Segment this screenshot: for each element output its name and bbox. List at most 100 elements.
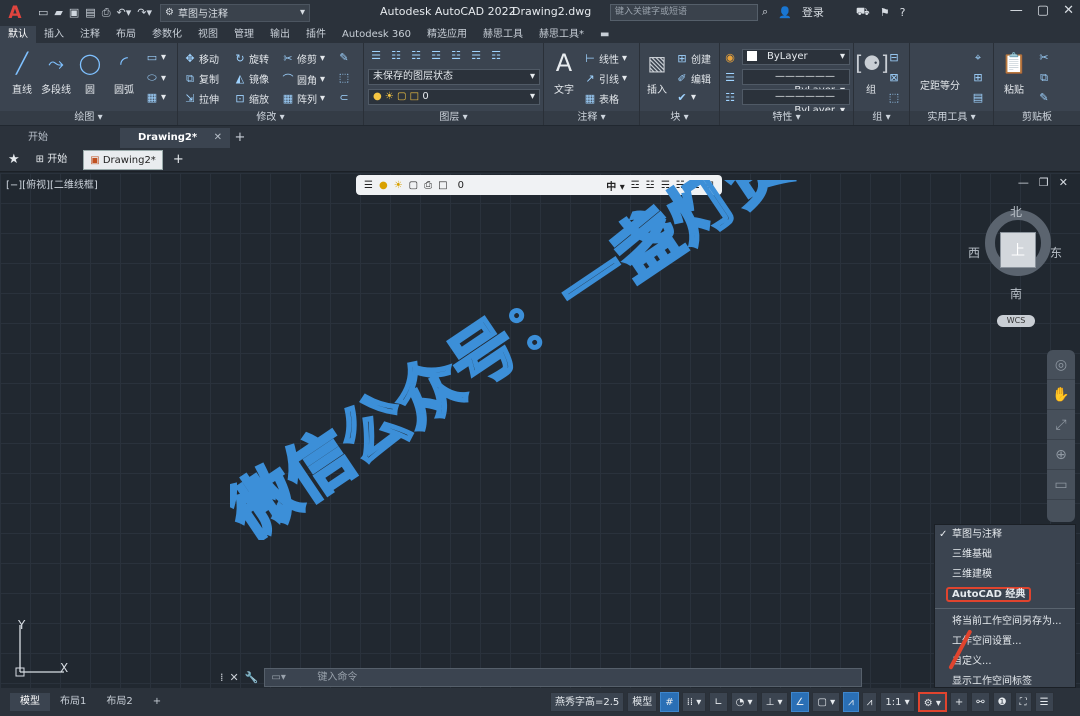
block-attribute-button[interactable]: ✔ ▾ bbox=[676, 91, 696, 104]
layout-tab-2[interactable]: 布局2 bbox=[96, 693, 142, 711]
group-select-icon[interactable]: ⬚ bbox=[888, 91, 900, 104]
units-icon[interactable]: ⚯ bbox=[971, 692, 990, 712]
quick-properties-icon[interactable]: ❶ bbox=[992, 692, 1012, 712]
panel-layers-title[interactable]: 图层 ▾ bbox=[364, 111, 543, 125]
menu-item-show-workspace-label[interactable]: 显示工作空间标签 bbox=[935, 672, 1075, 692]
measure-button[interactable]: 定距等分 bbox=[916, 77, 964, 92]
restore-viewport-icon[interactable]: ❐ bbox=[1039, 176, 1049, 189]
user-icon[interactable]: 👤 bbox=[778, 6, 792, 19]
match-properties-icon[interactable]: ◉ bbox=[724, 51, 736, 64]
wrench-icon[interactable]: 🔧 bbox=[245, 671, 259, 684]
zoom-icon[interactable]: ⤢ bbox=[1047, 410, 1075, 440]
search-icon[interactable]: ⌕ bbox=[762, 5, 768, 19]
lineweight-icon[interactable]: ☰ bbox=[724, 71, 736, 84]
layer-walk-icon[interactable]: ☶ bbox=[490, 49, 502, 62]
command-grip-icon[interactable]: ⁞ bbox=[220, 671, 224, 684]
annotation-visibility-icon[interactable]: ⩘ bbox=[843, 692, 859, 712]
cut-icon[interactable]: ✂ bbox=[1038, 51, 1050, 64]
print-icon[interactable]: ⎙ bbox=[102, 6, 111, 20]
object-snap-tracking-icon[interactable]: ∠ bbox=[790, 692, 810, 712]
layer-properties-icon[interactable]: ☰ bbox=[370, 49, 382, 62]
close-icon[interactable]: ✕ bbox=[1063, 3, 1074, 18]
new-tab-button[interactable]: + bbox=[230, 128, 250, 148]
arc-button[interactable]: ◜ 圆弧 bbox=[108, 49, 140, 96]
annotation-scale-select[interactable]: 1:1 ▾ bbox=[880, 692, 915, 712]
minimize-viewport-icon[interactable]: — bbox=[1018, 176, 1029, 189]
text-height-indicator[interactable]: 燕秀字高=2.5 bbox=[550, 692, 625, 712]
tab-featured-apps[interactable]: 精选应用 bbox=[419, 26, 475, 43]
rectangle-button[interactable]: ▭ ▾ bbox=[146, 51, 166, 64]
tab-hesi-tools[interactable]: 赫思工具 bbox=[475, 26, 531, 43]
layer-off-icon[interactable]: ☳ bbox=[450, 49, 462, 62]
panel-modify-title[interactable]: 修改 ▾ bbox=[178, 111, 363, 125]
drawing-tab[interactable]: ▣ Drawing2* bbox=[83, 149, 163, 170]
tab-annotate[interactable]: 注释 bbox=[72, 26, 108, 43]
grid-toggle-icon[interactable]: # bbox=[660, 692, 679, 712]
tab-parametric[interactable]: 参数化 bbox=[144, 26, 190, 43]
tab-hesi-tools-2[interactable]: 赫思工具* bbox=[531, 26, 592, 43]
offset-button[interactable]: ⊂ bbox=[338, 91, 350, 104]
cart-icon[interactable]: ⛟ bbox=[856, 5, 870, 20]
start-tab[interactable]: ⊞ 开始 bbox=[30, 150, 74, 170]
customize-menu-icon[interactable]: ☰ bbox=[1034, 692, 1054, 712]
drawing-canvas[interactable] bbox=[0, 173, 1080, 688]
trim-button[interactable]: ✂ 修剪 ▾ bbox=[282, 51, 325, 66]
isodraft-icon[interactable]: ⊥ ▾ bbox=[760, 692, 788, 712]
tab-autodesk360[interactable]: Autodesk 360 bbox=[334, 26, 419, 43]
open-folder-icon[interactable]: ▰ bbox=[54, 6, 62, 19]
tab-plugins[interactable]: 插件 bbox=[298, 26, 334, 43]
layer-select[interactable]: ● ☀ ▢ □ 0 ▾ bbox=[368, 89, 540, 105]
autocad-logo[interactable]: A bbox=[4, 2, 26, 24]
layout-tab-model[interactable]: 模型 bbox=[10, 693, 50, 711]
panel-groups-title[interactable]: 组 ▾ bbox=[854, 111, 909, 125]
showmotion-icon[interactable]: ▭ bbox=[1047, 470, 1075, 500]
panel-utilities-title[interactable]: 实用工具 ▾ bbox=[910, 111, 993, 125]
menu-item-3d-basics[interactable]: 三维基础 bbox=[935, 545, 1075, 565]
fullscreen-icon[interactable]: ⛶ bbox=[1014, 692, 1032, 712]
match-prop-icon[interactable]: ✎ bbox=[1038, 91, 1050, 104]
help-icon[interactable]: ? bbox=[900, 6, 906, 19]
line-button[interactable]: ╱ 直线 bbox=[6, 49, 38, 96]
wcs-button[interactable]: WCS bbox=[997, 315, 1035, 327]
leader-button[interactable]: ↗ 引线 ▾ bbox=[584, 71, 627, 86]
viewcube-north[interactable]: 北 bbox=[1010, 203, 1022, 220]
printer-icon[interactable]: ⎙ bbox=[424, 180, 432, 191]
add-tab-button[interactable]: + bbox=[173, 152, 184, 167]
viewcube-south[interactable]: 南 bbox=[1010, 285, 1022, 302]
object-snap-icon[interactable]: ▢ ▾ bbox=[812, 692, 841, 712]
workspace-gear-button[interactable]: ⚙ ▾ bbox=[917, 692, 947, 712]
orbit-icon[interactable]: ⊕ bbox=[1047, 440, 1075, 470]
insert-block-button[interactable]: ▧ 插入 bbox=[642, 49, 672, 96]
file-tab-drawing2[interactable]: Drawing2* ✕ bbox=[120, 128, 230, 148]
menu-item-autocad-classic[interactable]: AutoCAD 经典 bbox=[935, 585, 1075, 605]
text-button[interactable]: A 文字 bbox=[548, 49, 580, 96]
stretch-button[interactable]: ⇲ 拉伸 bbox=[184, 91, 219, 106]
tab-insert[interactable]: 插入 bbox=[36, 26, 72, 43]
tab-output[interactable]: 输出 bbox=[262, 26, 298, 43]
new-file-icon[interactable]: ▭ bbox=[38, 6, 48, 19]
create-block-button[interactable]: ⊞ 创建 bbox=[676, 51, 711, 66]
sun-icon[interactable]: ☀ bbox=[394, 180, 403, 191]
close-tab-icon[interactable]: ✕ bbox=[214, 128, 222, 148]
snap-mode-icon[interactable]: ⁞⁞ ▾ bbox=[681, 692, 707, 712]
table-button[interactable]: ▦ 表格 bbox=[584, 91, 619, 106]
pan-icon[interactable]: ✋ bbox=[1047, 380, 1075, 410]
menu-item-workspace-settings[interactable]: 工作空间设置... bbox=[935, 632, 1075, 652]
layer-lock-icon[interactable]: ☴ bbox=[470, 49, 482, 62]
tab-more[interactable]: ▬ bbox=[592, 26, 617, 43]
layer-tool-1-icon[interactable]: ☲ bbox=[631, 180, 640, 191]
circle-button[interactable]: ◯ 圆 bbox=[76, 49, 104, 96]
steering-wheel-icon[interactable]: ◎ bbox=[1047, 350, 1075, 380]
panel-block-title[interactable]: 块 ▾ bbox=[640, 111, 719, 125]
select-all-icon[interactable]: ⊞ bbox=[972, 71, 984, 84]
linear-dim-button[interactable]: ⊢ 线性 ▾ bbox=[584, 51, 627, 66]
minimize-icon[interactable]: — bbox=[1010, 3, 1023, 18]
ellipse-button[interactable]: ⬭ ▾ bbox=[146, 71, 166, 85]
copy-button[interactable]: ⧉ 复制 bbox=[184, 71, 219, 87]
annotation-monitor-icon[interactable]: + bbox=[949, 692, 969, 712]
layer-freeze-icon[interactable]: ☲ bbox=[430, 49, 442, 62]
exchange-icon[interactable]: ⚑ bbox=[880, 6, 890, 19]
model-space-button[interactable]: 模型 bbox=[627, 692, 658, 712]
ungroup-icon[interactable]: ⊟ bbox=[888, 51, 900, 64]
scale-select[interactable]: 中 ▾ bbox=[606, 178, 625, 193]
